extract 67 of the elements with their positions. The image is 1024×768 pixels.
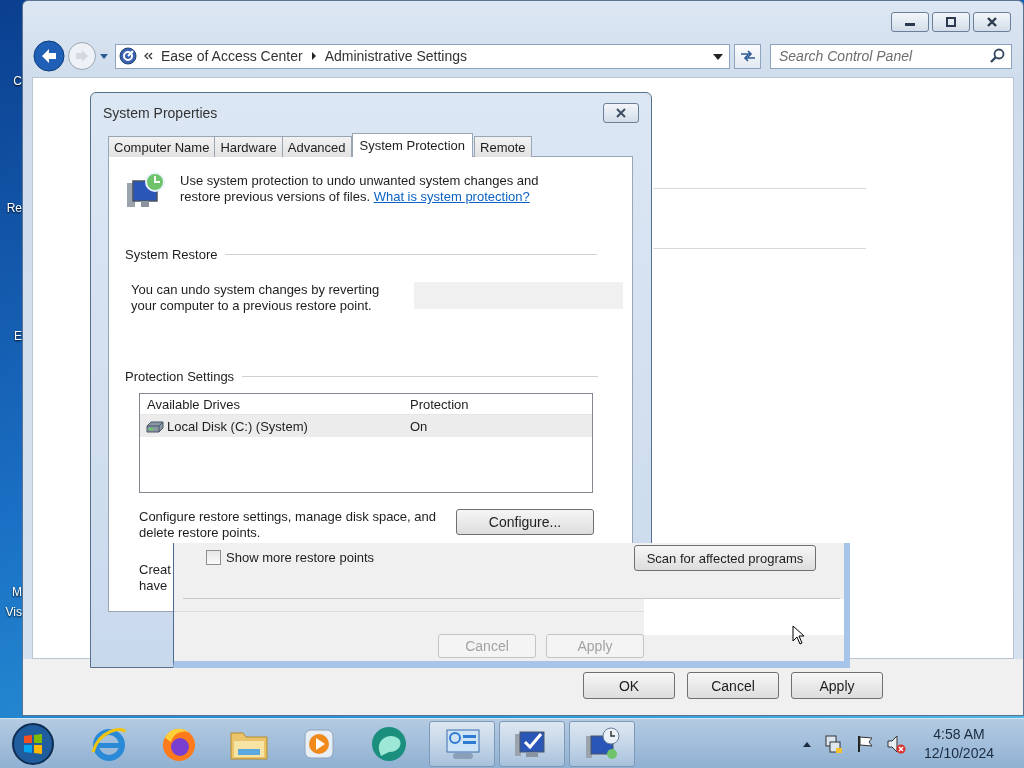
breadcrumb-item[interactable]: Ease of Access Center [159, 48, 305, 64]
disk-drive-icon [146, 419, 164, 433]
refresh-button[interactable] [734, 43, 761, 69]
column-header[interactable]: Protection [410, 396, 469, 412]
chat-bubble-icon [369, 724, 409, 764]
taskbar-button[interactable] [569, 721, 635, 767]
control-panel-icon [119, 47, 137, 65]
column-header[interactable]: Available Drives [140, 396, 410, 412]
address-bar[interactable]: Ease of Access Center Administrative Settings [115, 43, 730, 69]
group-heading: Protection Settings [125, 369, 235, 384]
minimize-button[interactable] [891, 12, 929, 32]
drive-name: Local Disk (C:) (System) [167, 418, 308, 434]
search-field[interactable]: Search Control Panel [770, 43, 1012, 69]
dialog-button[interactable]: Cancel [687, 672, 779, 699]
group-heading: System Restore [125, 247, 218, 262]
desktop-icon-label: M [11, 585, 22, 599]
history-dropdown[interactable] [99, 52, 109, 60]
chevron-right-icon [310, 51, 317, 61]
partial-text: have [139, 578, 168, 594]
taskbar-button[interactable] [499, 721, 565, 767]
close-button[interactable] [973, 12, 1011, 32]
help-link[interactable]: What is system protection? [373, 189, 530, 204]
desktop-icon-label: C [12, 74, 22, 88]
intro-text: Use system protection to undo unwanted system changes and restore previous versions of files. What is system protection? [180, 173, 540, 206]
desktop-icon-label: Re [5, 201, 22, 215]
checkbox[interactable] [206, 550, 221, 565]
tab[interactable]: Hardware [214, 136, 283, 157]
breadcrumb-item[interactable]: Administrative Settings [322, 48, 470, 64]
caret-down-icon [99, 52, 109, 60]
clock-time[interactable]: 4:58 AM [933, 725, 985, 744]
maximize-icon [945, 17, 957, 27]
maximize-button[interactable] [932, 12, 970, 32]
tab[interactable]: Advanced [281, 136, 352, 157]
start-button[interactable] [11, 722, 55, 766]
refresh-icon [738, 49, 757, 63]
configure-button[interactable]: Configure... [456, 509, 594, 535]
dialog-button[interactable]: Apply [791, 672, 883, 699]
clock-date[interactable]: 12/10/2024 [923, 744, 994, 763]
desktop-icon-label: Vis [4, 605, 22, 619]
tab[interactable]: Remote [474, 136, 532, 157]
desktop-icon-label: E [13, 329, 22, 343]
close-button[interactable] [603, 103, 639, 123]
partial-text: Creat [139, 562, 171, 578]
dialog-button[interactable]: OK [583, 672, 675, 699]
mouse-cursor-icon [792, 625, 806, 645]
windows-orb-icon [11, 722, 55, 766]
network-icon[interactable] [823, 734, 844, 754]
drive-row[interactable]: Local Disk (C:) (System) On [140, 415, 592, 437]
show-hidden-icons-icon[interactable] [801, 740, 812, 748]
double-chevron-icon [143, 51, 153, 61]
close-icon [615, 108, 627, 118]
media-player-icon [301, 726, 337, 762]
caret-down-icon[interactable] [713, 52, 723, 60]
close-icon [986, 16, 998, 28]
restore-description: You can undo system changes by reverting your computer to a previous restore point. [131, 282, 381, 314]
search-icon[interactable] [989, 47, 1005, 64]
scan-button[interactable]: Scan for affected programs [634, 545, 816, 571]
taskbar-button[interactable] [429, 721, 495, 767]
speaker-muted-icon[interactable] [885, 734, 906, 754]
protection-status: On [410, 418, 428, 434]
configure-description: Configure restore settings, manage disk space, and delete restore points. [139, 509, 437, 541]
tab[interactable]: System Protection [351, 133, 474, 157]
checkbox-label: Show more restore points [226, 550, 375, 565]
flag-icon[interactable] [855, 735, 874, 753]
dialog-title: System Properties [103, 105, 218, 121]
tab[interactable]: Computer Name [108, 136, 216, 157]
back-button[interactable] [33, 40, 65, 72]
